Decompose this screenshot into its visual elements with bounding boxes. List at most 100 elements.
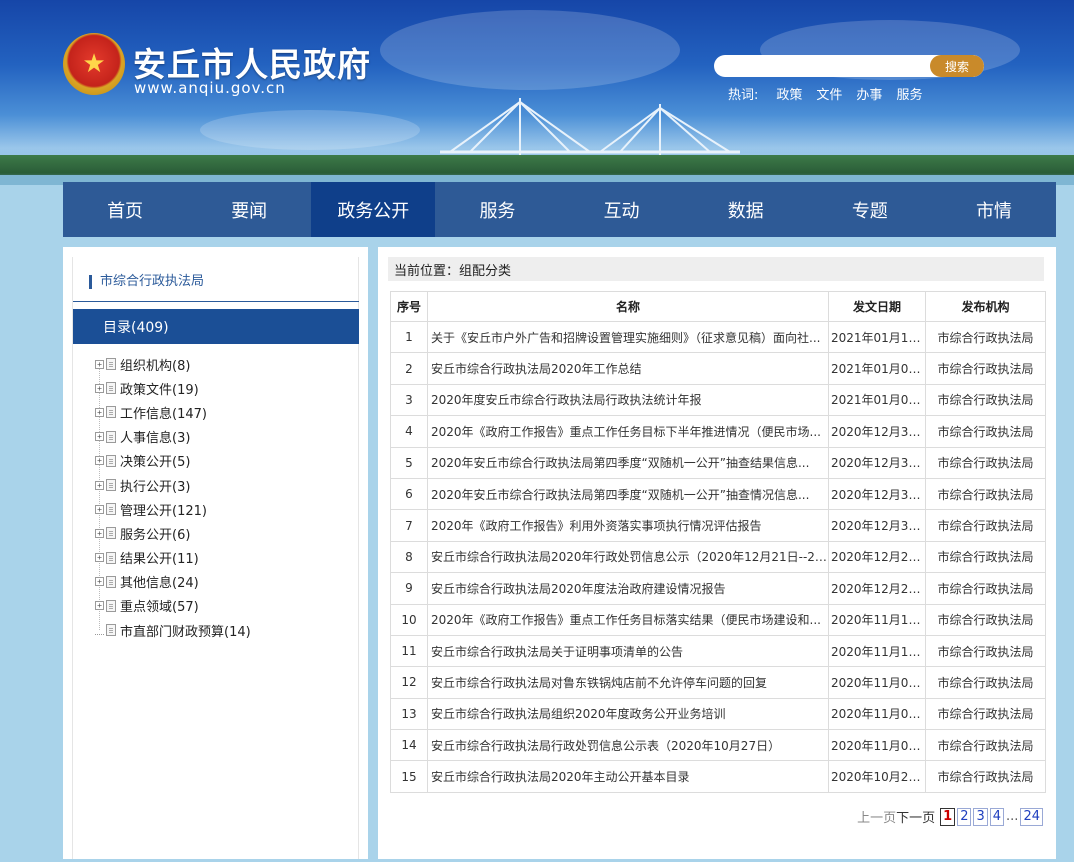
hotwords-label: 热词: [728, 88, 759, 103]
publish-date: 2020年10月28... [828, 760, 926, 793]
document-title-link[interactable]: 2020年度安丘市综合行政执法局行政执法统计年报 [427, 383, 829, 417]
plus-square-icon[interactable]: + [95, 528, 104, 538]
plus-square-icon[interactable]: + [95, 432, 104, 442]
search-button[interactable]: 搜索 [930, 55, 984, 77]
search-input[interactable] [722, 55, 932, 77]
row-number: 3 [390, 383, 428, 417]
search-box: 搜索 [714, 55, 984, 77]
document-title-link[interactable]: 安丘市综合行政执法局关于证明事项清单的公告 [427, 634, 829, 668]
page-link-current[interactable]: 1 [940, 807, 956, 826]
breadcrumb: 当前位置：组配分类 [388, 257, 1044, 281]
tree-item[interactable]: + 重点领域(57) [95, 594, 345, 618]
plus-square-icon[interactable]: + [95, 504, 104, 514]
table-row: 13 安丘市综合行政执法局组织2020年度政务公开业务培训 2020年11月08..… [390, 697, 1046, 731]
catalog-header[interactable]: 目录(409) [73, 309, 359, 344]
nav-item-topics[interactable]: 专题 [808, 182, 932, 237]
tree-item-label: 组织机构(8) [120, 358, 191, 374]
table-row: 9 安丘市综合行政执法局2020年度法治政府建设情况报告 2020年12月25...… [390, 572, 1046, 605]
plus-square-icon[interactable]: + [95, 456, 104, 466]
publish-date: 2020年12月31... [828, 446, 926, 479]
tree-item[interactable]: + 政策文件(19) [95, 376, 345, 400]
table-row: 5 2020年安丘市综合行政执法局第四季度“双随机一公开”抽查结果信息... 202… [390, 446, 1046, 479]
hotword-link[interactable]: 政策 [776, 84, 802, 103]
publishing-org: 市综合行政执法局 [925, 509, 1046, 542]
page-link[interactable]: 3 [973, 807, 988, 826]
page-link[interactable]: 2 [957, 807, 972, 826]
publish-date: 2020年12月31... [828, 477, 926, 511]
publishing-org: 市综合行政执法局 [925, 634, 1046, 668]
nav-item-data[interactable]: 数据 [684, 182, 808, 237]
table-row: 8 安丘市综合行政执法局2020年行政处罚信息公示（2020年12月21日--22… [390, 540, 1046, 574]
document-title-link[interactable]: 安丘市综合行政执法局2020年主动公开基本目录 [427, 760, 829, 793]
page-link-last[interactable]: 24 [1020, 807, 1043, 826]
tree-item-label: 其他信息(24) [120, 576, 199, 592]
plus-square-icon[interactable]: + [95, 407, 104, 417]
tree-item[interactable]: 市直部门财政预算(14) [95, 618, 345, 642]
tree-item-label: 决策公开(5) [120, 455, 191, 471]
cloud-decoration [380, 10, 680, 90]
publish-date: 2020年11月14... [828, 603, 926, 636]
hotword-link[interactable]: 服务 [896, 84, 922, 103]
main-content: 当前位置：组配分类 序号 名称 发文日期 发布机构 1 关于《安丘市户外广告和招牌… [378, 247, 1056, 859]
prev-page-link[interactable]: 上一页 [857, 807, 896, 826]
publishing-org: 市综合行政执法局 [925, 352, 1046, 385]
hotword-link[interactable]: 办事 [856, 84, 882, 103]
document-icon [106, 527, 116, 540]
column-header-org: 发布机构 [925, 291, 1046, 322]
tree-item-label: 执行公开(3) [120, 479, 191, 495]
publishing-org: 市综合行政执法局 [925, 603, 1046, 636]
document-title-link[interactable]: 安丘市综合行政执法局组织2020年度政务公开业务培训 [427, 697, 829, 731]
plus-square-icon[interactable]: + [95, 383, 104, 393]
document-title-link[interactable]: 2020年安丘市综合行政执法局第四季度“双随机一公开”抽查情况信息... [427, 477, 829, 511]
row-number: 13 [390, 697, 428, 731]
document-title-link[interactable]: 2020年安丘市综合行政执法局第四季度“双随机一公开”抽查结果信息... [427, 446, 829, 479]
nav-item-city-info[interactable]: 市情 [932, 182, 1056, 237]
tree-item[interactable]: + 人事信息(3) [95, 425, 345, 449]
tree-item[interactable]: + 组织机构(8) [95, 352, 345, 376]
table-row: 15 安丘市综合行政执法局2020年主动公开基本目录 2020年10月28... 市综… [390, 760, 1046, 793]
document-title-link[interactable]: 安丘市综合行政执法局2020年行政处罚信息公示（2020年12月21日--22.… [427, 540, 829, 574]
document-title-link[interactable]: 关于《安丘市户外广告和招牌设置管理实施细则》（征求意见稿）面向社... [427, 320, 829, 354]
document-title-link[interactable]: 安丘市综合行政执法局2020年度法治政府建设情况报告 [427, 572, 829, 605]
tree-item[interactable]: + 服务公开(6) [95, 521, 345, 545]
hotword-link[interactable]: 文件 [816, 84, 842, 103]
page-link[interactable]: 4 [989, 807, 1005, 826]
table-row: 3 2020年度安丘市综合行政执法局行政执法统计年报 2021年01月02... 市综… [390, 383, 1046, 417]
tree-item[interactable]: + 执行公开(3) [95, 473, 345, 497]
sidebar: 市综合行政执法局 目录(409) + 组织机构(8) + 政策文件(19) + 工作信… [63, 247, 368, 859]
tree-item[interactable]: + 管理公开(121) [95, 497, 345, 521]
next-page-link[interactable]: 下一页 [896, 807, 935, 826]
tree-item[interactable]: + 其他信息(24) [95, 570, 345, 594]
publishing-org: 市综合行政执法局 [925, 729, 1046, 762]
nav-item-news[interactable]: 要闻 [187, 182, 311, 237]
document-title-link[interactable]: 安丘市综合行政执法局对鲁东铁锅炖店前不允许停车问题的回复 [427, 666, 829, 699]
tree-connector [95, 626, 104, 635]
nav-item-interaction[interactable]: 互动 [560, 182, 684, 237]
publishing-org: 市综合行政执法局 [925, 572, 1046, 605]
nav-item-government-affairs[interactable]: 政务公开 [311, 182, 436, 237]
table-header-row: 序号 名称 发文日期 发布机构 [390, 291, 1046, 322]
plus-square-icon[interactable]: + [95, 601, 104, 611]
plus-square-icon[interactable]: + [95, 359, 104, 369]
tree-item[interactable]: + 决策公开(5) [95, 449, 345, 473]
pager-ellipsis: ... [1006, 809, 1019, 824]
document-title-link[interactable]: 2020年《政府工作报告》重点工作任务目标下半年推进情况（便民市场... [427, 415, 829, 448]
tree-item[interactable]: + 结果公开(11) [95, 546, 345, 570]
document-title-link[interactable]: 安丘市综合行政执法局行政处罚信息公示表（2020年10月27日） [427, 729, 829, 762]
table-row: 1 关于《安丘市户外广告和招牌设置管理实施细则》（征求意见稿）面向社... 2021… [390, 320, 1046, 354]
document-title-link[interactable]: 2020年《政府工作报告》重点工作任务目标落实结果（便民市场建设和... [427, 603, 829, 636]
department-title[interactable]: 市综合行政执法局 [89, 275, 204, 289]
publishing-org: 市综合行政执法局 [925, 415, 1046, 448]
document-title-link[interactable]: 安丘市综合行政执法局2020年工作总结 [427, 352, 829, 385]
plus-square-icon[interactable]: + [95, 480, 104, 490]
document-title-link[interactable]: 2020年《政府工作报告》利用外资落实事项执行情况评估报告 [427, 509, 829, 542]
nav-item-home[interactable]: 首页 [63, 182, 187, 237]
plus-square-icon[interactable]: + [95, 577, 104, 587]
nav-item-services[interactable]: 服务 [435, 182, 559, 237]
publish-date: 2021年01月14... [828, 320, 926, 354]
table-row: 6 2020年安丘市综合行政执法局第四季度“双随机一公开”抽查情况信息... 202… [390, 477, 1046, 511]
document-table: 序号 名称 发文日期 发布机构 1 关于《安丘市户外广告和招牌设置管理实施细则》（… [390, 291, 1046, 793]
plus-square-icon[interactable]: + [95, 553, 104, 563]
tree-item[interactable]: + 工作信息(147) [95, 400, 345, 424]
tree-item-label: 重点领域(57) [120, 600, 199, 616]
